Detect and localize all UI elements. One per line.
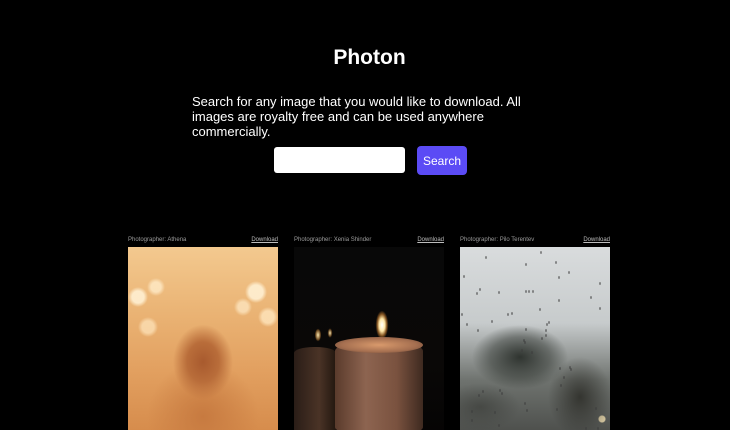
raindrop-shape bbox=[471, 419, 473, 422]
raindrop-shape bbox=[599, 307, 601, 310]
photo-card-header: Photographer: Xenia Shinder Download bbox=[294, 236, 444, 247]
search-input[interactable] bbox=[274, 147, 405, 173]
raindrop-shape bbox=[461, 313, 463, 316]
download-link[interactable]: Download bbox=[417, 236, 444, 245]
raindrop-shape bbox=[478, 394, 480, 397]
raindrop-shape bbox=[526, 409, 528, 412]
raindrop-shape bbox=[531, 351, 533, 354]
raindrop-shape bbox=[541, 337, 543, 340]
raindrop-shape bbox=[539, 308, 541, 311]
photo-card-header: Photographer: Pilo Terentev Download bbox=[460, 236, 610, 247]
raindrop-shape bbox=[498, 424, 500, 427]
photo-card: Photographer: Pilo Terentev Download bbox=[460, 236, 610, 430]
raindrop-shape bbox=[479, 288, 481, 291]
raindrop-shape bbox=[560, 384, 562, 387]
raindrop-shape bbox=[595, 407, 597, 410]
raindrop-shape bbox=[590, 296, 592, 299]
search-button[interactable]: Search bbox=[417, 146, 467, 175]
raindrop-shape bbox=[471, 410, 473, 413]
raindrop-shape bbox=[507, 313, 509, 316]
photographer-credit: Photographer: Pilo Terentev bbox=[460, 237, 535, 243]
raindrop-shape bbox=[494, 411, 496, 414]
raindrop-shape bbox=[555, 261, 557, 264]
raindrop-shape bbox=[599, 282, 601, 285]
photo-image[interactable] bbox=[294, 247, 444, 430]
raindrop-shape bbox=[528, 290, 530, 293]
raindrop-shape bbox=[548, 321, 550, 324]
photo-image[interactable] bbox=[128, 247, 278, 430]
raindrop-shape bbox=[559, 367, 561, 370]
raindrop-shape bbox=[558, 299, 560, 302]
raindrop-shape bbox=[540, 251, 542, 254]
raindrop-shape bbox=[525, 290, 527, 293]
raindrop-shape bbox=[501, 392, 503, 395]
raindrop-shape bbox=[545, 334, 547, 337]
candle-shape bbox=[294, 347, 336, 430]
raindrop-shape bbox=[466, 323, 468, 326]
raindrop-shape bbox=[525, 263, 527, 266]
raindrop-shape bbox=[463, 275, 465, 278]
raindrop-shape bbox=[482, 390, 484, 393]
raindrop-shape bbox=[477, 329, 479, 332]
raindrop-shape bbox=[558, 276, 560, 279]
photo-card-header: Photographer: Athena Download bbox=[128, 236, 278, 247]
raindrop-shape bbox=[485, 256, 487, 259]
raindrop-shape bbox=[525, 328, 527, 331]
raindrop-shape bbox=[556, 408, 558, 411]
page-description: Search for any image that you would like… bbox=[192, 94, 521, 139]
raindrop-shape bbox=[568, 271, 570, 274]
raindrop-shape bbox=[511, 312, 513, 315]
download-link[interactable]: Download bbox=[251, 236, 278, 245]
raindrop-shape bbox=[569, 366, 571, 369]
candle-shape bbox=[335, 341, 423, 430]
page: Photon Search for any image that you wou… bbox=[0, 0, 730, 430]
download-link[interactable]: Download bbox=[583, 236, 610, 245]
photo-card: Photographer: Xenia Shinder Download bbox=[294, 236, 444, 430]
photo-image[interactable] bbox=[460, 247, 610, 430]
raindrop-shape bbox=[524, 402, 526, 405]
raindrop-shape bbox=[545, 329, 547, 332]
raindrop-shape bbox=[523, 339, 525, 342]
raindrop-shape bbox=[563, 376, 565, 379]
raindrop-shape bbox=[521, 349, 523, 352]
photo-card: Photographer: Athena Download bbox=[128, 236, 278, 430]
photographer-credit: Photographer: Xenia Shinder bbox=[294, 237, 372, 243]
raindrop-shape bbox=[532, 290, 534, 293]
candle-top-shape bbox=[335, 337, 423, 353]
page-title: Photon bbox=[333, 46, 406, 69]
raindrop-shape bbox=[476, 292, 478, 295]
raindrop-shape bbox=[491, 320, 493, 323]
photographer-credit: Photographer: Athena bbox=[128, 237, 187, 243]
raindrop-shape bbox=[498, 291, 500, 294]
raindrop-shape bbox=[499, 389, 501, 392]
